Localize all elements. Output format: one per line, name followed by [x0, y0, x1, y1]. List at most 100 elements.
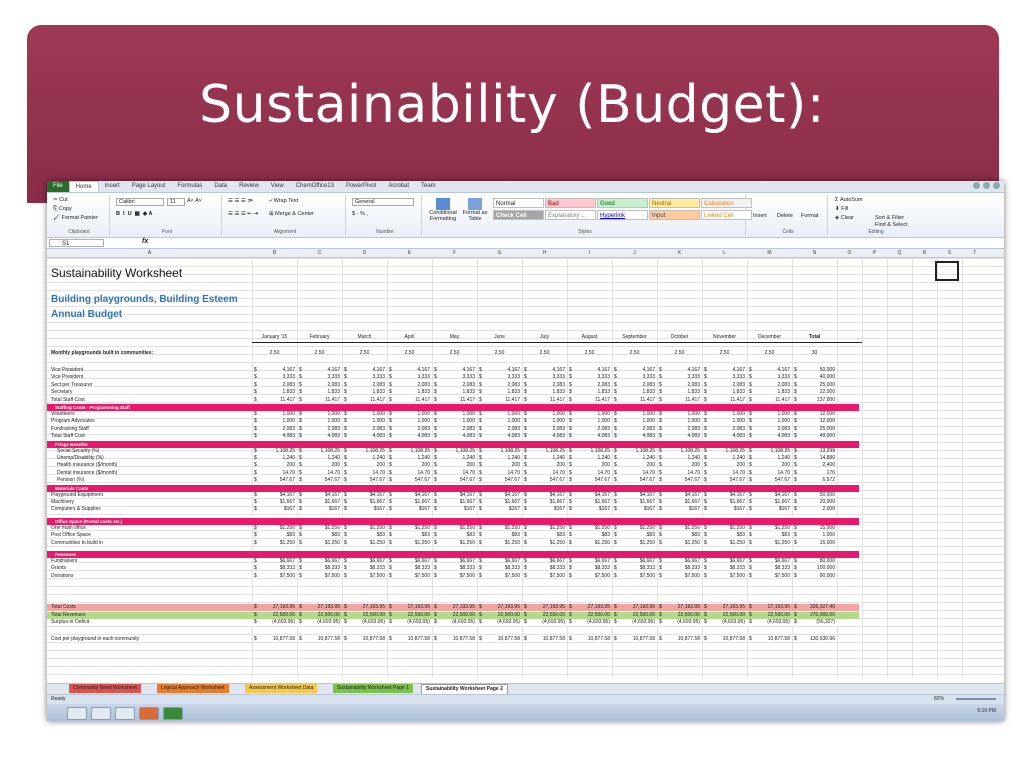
column-header-o[interactable]: O — [837, 249, 862, 257]
column-header-m[interactable]: M — [747, 249, 792, 257]
align-icons-2[interactable]: ☰ ☰ ☰ ⇤ ⇥ — [228, 211, 258, 217]
font-size-select[interactable]: 11 — [167, 198, 185, 206]
delete-button[interactable]: Delete — [777, 213, 793, 219]
number-symbols[interactable]: $ - % , — [352, 211, 368, 217]
cell-value: $8,333 — [324, 565, 340, 572]
ribbon-tab-file[interactable]: File — [47, 181, 69, 192]
fill-button[interactable]: ⬇ Fill — [835, 206, 848, 212]
style-cell-explanatory-[interactable]: Explanatory ... — [545, 210, 596, 220]
wrap-text-button[interactable]: ⤶ Wrap Text — [269, 198, 298, 205]
cell-value: 4,167 — [642, 367, 655, 373]
column-header-s[interactable]: S — [937, 249, 962, 257]
column-header-r[interactable]: R — [912, 249, 937, 257]
column-header-f[interactable]: F — [432, 249, 477, 257]
cell-value: 2,083 — [552, 425, 565, 432]
column-header-g[interactable]: G — [477, 249, 522, 257]
ribbon-tab-view[interactable]: View — [265, 181, 290, 192]
ribbon-tab-formulas[interactable]: Formulas — [171, 181, 208, 192]
merge-center-button[interactable]: ⊞ Merge & Center — [269, 211, 314, 217]
ribbon-tab-review[interactable]: Review — [233, 181, 265, 192]
number-format-select[interactable]: General — [352, 198, 414, 206]
ribbon-tab-acrobat[interactable]: Acrobat — [382, 181, 415, 192]
taskbar-icon-ie[interactable] — [67, 707, 87, 720]
autosum-button[interactable]: Σ AutoSum — [835, 197, 863, 203]
style-cell-normal[interactable]: Normal — [493, 198, 544, 208]
cell-value: 1,833 — [462, 389, 475, 396]
ribbon-tab-home[interactable]: Home — [68, 181, 99, 192]
month-header: June — [494, 334, 505, 340]
taskbar-icon-folder[interactable] — [91, 707, 111, 720]
ribbon-tab-insert[interactable]: Insert — [99, 181, 126, 192]
taskbar-icon-media[interactable] — [115, 707, 135, 720]
format-button[interactable]: Format — [801, 213, 818, 219]
zoom-slider[interactable] — [956, 698, 996, 700]
copy-button[interactable]: ⎘ Copy — [53, 206, 72, 213]
sheet-tab-4[interactable]: Sustainability Worksheet Page 1 — [333, 684, 413, 693]
cell-value: 22,500.00 — [407, 611, 430, 618]
clear-button[interactable]: ◈ Clear — [835, 215, 854, 221]
cell-value: $83 — [376, 532, 385, 539]
cell-value: $167 — [283, 506, 295, 513]
style-cell-input[interactable]: Input — [649, 210, 700, 220]
column-header-k[interactable]: K — [657, 249, 702, 257]
style-cell-neutral[interactable]: Neutral — [649, 198, 700, 208]
taskbar-icon-powerpoint[interactable] — [139, 707, 159, 720]
format-painter-button[interactable]: 🖌 Format Painter — [53, 215, 98, 221]
column-header-a[interactable]: A — [47, 249, 252, 257]
column-header-j[interactable]: J — [612, 249, 657, 257]
cell-value: 1,108.25 — [590, 447, 610, 454]
sort-filter-button[interactable]: Sort & Filter — [875, 215, 904, 221]
style-cell-linked-cell[interactable]: Linked Cell — [701, 210, 752, 220]
column-header-d[interactable]: D — [342, 249, 387, 257]
align-icons[interactable]: ☰ ☰ ☰ ≫ — [228, 198, 253, 204]
sheet-tab-2[interactable]: Logical Approach Worksheet — [157, 684, 229, 693]
font-grow-icon[interactable]: A˄ A˅ — [187, 198, 202, 204]
column-header-l[interactable]: L — [702, 249, 747, 257]
column-header-i[interactable]: I — [567, 249, 612, 257]
conditional-formatting-button[interactable]: Conditional Formatting — [428, 198, 458, 224]
insert-button[interactable]: Insert — [753, 213, 767, 219]
style-cell-good[interactable]: Good — [597, 198, 648, 208]
cell-value: (4,693.95) — [722, 619, 745, 625]
total-value: 80,000 — [819, 558, 835, 564]
window-controls[interactable] — [973, 182, 1000, 189]
taskbar-icon-excel[interactable] — [163, 707, 183, 720]
selected-cell-s1[interactable] — [935, 261, 959, 281]
zoom-level[interactable]: 82% — [934, 695, 944, 704]
cell-value: 4,167 — [777, 367, 790, 373]
ribbon-tab-data[interactable]: Data — [208, 181, 233, 192]
cell-value: 11,417 — [640, 396, 655, 403]
sheet-tab-3[interactable]: Assessment Worksheet Data — [245, 684, 318, 693]
column-header-h[interactable]: H — [522, 249, 567, 257]
cut-button[interactable]: ✂ Cut — [53, 197, 68, 203]
cell-value: 27,193.95 — [632, 604, 655, 610]
column-header-c[interactable]: C — [297, 249, 342, 257]
style-cell-check-cell[interactable]: Check Cell — [493, 210, 544, 220]
month-header: September — [622, 334, 647, 340]
name-box[interactable]: S1 — [49, 239, 104, 247]
column-header-n[interactable]: N — [792, 249, 837, 257]
font-name-select[interactable]: Calibri — [116, 198, 164, 206]
style-cell-calculation[interactable]: Calculation — [701, 198, 752, 208]
ribbon-tab-powerpivot[interactable]: PowerPivot — [340, 181, 382, 192]
column-header-b[interactable]: B — [252, 249, 297, 257]
column-header-q[interactable]: Q — [887, 249, 912, 257]
cell-value: 3,333 — [417, 374, 430, 381]
ribbon-tab-chemoffice13[interactable]: ChemOffice13 — [290, 181, 340, 192]
style-cell-bad[interactable]: Bad — [545, 198, 596, 208]
column-header-t[interactable]: T — [962, 249, 987, 257]
format-as-table-button[interactable]: Format as Table — [461, 198, 489, 224]
column-header-e[interactable]: E — [387, 249, 432, 257]
totals-label: Total Costs — [51, 604, 76, 610]
cell-value: 3,333 — [597, 374, 610, 381]
style-cell-hyperlink[interactable]: Hyperlink — [597, 210, 648, 220]
cell-value: 11,417 — [370, 396, 385, 403]
cell-value: (4,693.95) — [272, 619, 295, 625]
ribbon-tab-team[interactable]: Team — [415, 181, 442, 192]
find-select-button[interactable]: Find & Select — [875, 222, 908, 228]
ribbon-tab-page-layout[interactable]: Page Layout — [126, 181, 172, 192]
bold-italic-underline-buttons[interactable]: B I U ▦ ◆ A — [116, 211, 152, 217]
fx-icon[interactable]: fx — [142, 238, 148, 245]
sheet-tab-1[interactable]: Community Need Worksheet — [69, 684, 141, 693]
column-header-p[interactable]: P — [862, 249, 887, 257]
